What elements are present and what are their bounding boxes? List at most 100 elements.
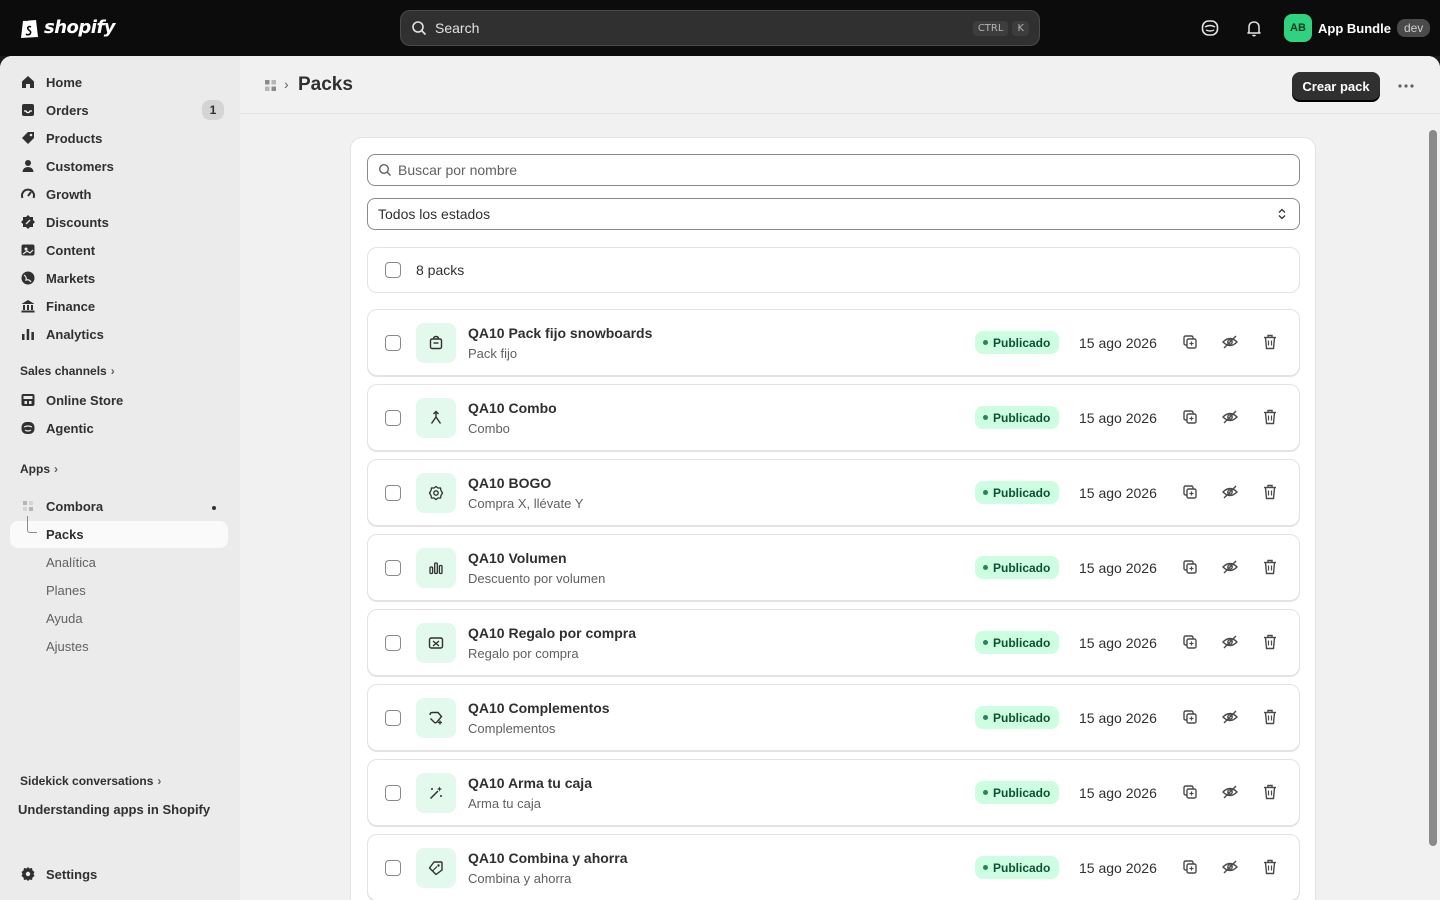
pack-title[interactable]: QA10 Regalo por compra: [468, 625, 636, 641]
sidebar-subitem-ajustes[interactable]: Ajustes: [46, 639, 89, 654]
hide-icon[interactable]: [1221, 708, 1239, 726]
app-breadcrumb-icon[interactable]: [264, 79, 277, 92]
sidebar-item-markets[interactable]: Markets: [10, 264, 228, 292]
trash-icon[interactable]: [1261, 408, 1279, 426]
trash-icon[interactable]: [1261, 558, 1279, 576]
sidebar-item-products[interactable]: Products: [10, 124, 228, 152]
global-search[interactable]: Search CTRL K: [400, 10, 1040, 46]
trash-icon[interactable]: [1261, 633, 1279, 651]
row-checkbox[interactable]: [385, 485, 401, 501]
list-item[interactable]: QA10 Arma tu caja Arma tu caja Publicado…: [367, 759, 1300, 826]
sidekick-icon[interactable]: [1200, 18, 1220, 38]
sidebar-item-discounts[interactable]: Discounts: [10, 208, 228, 236]
packs-card: Buscar por nombre Todos los estados 8 pa…: [350, 137, 1316, 900]
hide-icon[interactable]: [1221, 408, 1239, 426]
pack-title[interactable]: QA10 Arma tu caja: [468, 775, 592, 791]
sidebar-subitem-packs[interactable]: Packs: [10, 521, 228, 548]
hide-icon[interactable]: [1221, 483, 1239, 501]
pack-title[interactable]: QA10 Volumen: [468, 550, 567, 566]
duplicate-icon[interactable]: [1181, 783, 1199, 801]
status-select[interactable]: Todos los estados: [367, 198, 1300, 230]
pack-title[interactable]: QA10 Complementos: [468, 700, 610, 716]
sidebar-subitem-ayuda[interactable]: Ayuda: [46, 611, 83, 626]
sales-channels-section[interactable]: Sales channels ›: [20, 364, 115, 378]
trash-icon[interactable]: [1261, 333, 1279, 351]
hide-icon[interactable]: [1221, 333, 1239, 351]
sidebar-item-home[interactable]: Home: [10, 68, 228, 96]
top-bar: shopify Search CTRL K AB App Bundle dev: [0, 0, 1440, 56]
sidebar-item-label: Finance: [46, 298, 96, 314]
bank-icon: [21, 300, 35, 313]
hide-icon[interactable]: [1221, 633, 1239, 651]
duplicate-icon[interactable]: [1181, 483, 1199, 501]
pack-type: Combo: [468, 421, 510, 436]
hide-icon[interactable]: [1221, 558, 1239, 576]
list-item[interactable]: QA10 Combina y ahorra Combina y ahorra P…: [367, 834, 1300, 900]
sidebar-subitem-planes[interactable]: Planes: [46, 583, 86, 598]
bell-icon[interactable]: [1244, 18, 1264, 38]
sidekick-section[interactable]: Sidekick conversations ›: [20, 774, 161, 788]
sidebar-item-customers[interactable]: Customers: [10, 152, 228, 180]
sidebar-item-settings[interactable]: Settings: [10, 860, 228, 888]
shopify-logo[interactable]: shopify: [20, 15, 116, 39]
list-item[interactable]: QA10 Combo Combo Publicado 15 ago 2026: [367, 384, 1300, 451]
sidebar-item-online-store[interactable]: Online Store: [10, 386, 228, 414]
row-checkbox[interactable]: [385, 710, 401, 726]
list-item[interactable]: QA10 Complementos Complementos Publicado…: [367, 684, 1300, 751]
sidebar-item-combora[interactable]: Combora: [10, 492, 228, 520]
list-item[interactable]: QA10 Pack fijo snowboards Pack fijo Publ…: [367, 309, 1300, 376]
sidekick-conversation-item[interactable]: Understanding apps in Shopify: [18, 802, 210, 817]
sidebar-item-agentic[interactable]: Agentic: [10, 414, 228, 442]
list-item[interactable]: QA10 Regalo por compra Regalo por compra…: [367, 609, 1300, 676]
growth-icon: [21, 188, 35, 199]
duplicate-icon[interactable]: [1181, 333, 1199, 351]
duplicate-icon[interactable]: [1181, 708, 1199, 726]
row-checkbox[interactable]: [385, 410, 401, 426]
sidebar-item-finance[interactable]: Finance: [10, 292, 228, 320]
select-all-checkbox[interactable]: [385, 262, 401, 278]
duplicate-icon[interactable]: [1181, 408, 1199, 426]
content-icon: [21, 244, 35, 256]
orders-icon: [22, 104, 34, 116]
trash-icon[interactable]: [1261, 858, 1279, 876]
pack-date: 15 ago 2026: [1079, 560, 1157, 576]
scrollbar-thumb[interactable]: [1429, 130, 1437, 846]
pack-type: Descuento por volumen: [468, 571, 606, 586]
duplicate-icon[interactable]: [1181, 558, 1199, 576]
pack-title[interactable]: QA10 Combina y ahorra: [468, 850, 628, 866]
sidebar-item-orders[interactable]: Orders 1: [10, 96, 228, 124]
row-checkbox[interactable]: [385, 785, 401, 801]
list-item[interactable]: QA10 BOGO Compra X, llévate Y Publicado …: [367, 459, 1300, 526]
pack-title[interactable]: QA10 BOGO: [468, 475, 551, 491]
sidebar-subitem-analitica[interactable]: Analítica: [46, 555, 96, 570]
list-item[interactable]: QA10 Volumen Descuento por volumen Publi…: [367, 534, 1300, 601]
sidebar-item-label: Content: [46, 242, 96, 258]
home-icon: [22, 76, 34, 88]
row-checkbox[interactable]: [385, 860, 401, 876]
logo-text: shopify: [44, 16, 116, 38]
status-badge: Publicado: [975, 556, 1060, 579]
row-checkbox[interactable]: [385, 335, 401, 351]
trash-icon[interactable]: [1261, 783, 1279, 801]
create-pack-button[interactable]: Crear pack: [1292, 72, 1380, 101]
row-checkbox[interactable]: [385, 635, 401, 651]
sidebar-item-content[interactable]: Content: [10, 236, 228, 264]
row-checkbox[interactable]: [385, 560, 401, 576]
scrollbar[interactable]: [1426, 114, 1440, 900]
search-input[interactable]: Buscar por nombre: [367, 154, 1300, 186]
apps-section[interactable]: Apps ›: [20, 462, 58, 476]
sidebar-item-growth[interactable]: Growth: [10, 180, 228, 208]
hide-icon[interactable]: [1221, 783, 1239, 801]
trash-icon[interactable]: [1261, 708, 1279, 726]
status-select-value: Todos los estados: [378, 206, 491, 222]
hide-icon[interactable]: [1221, 858, 1239, 876]
more-actions-icon[interactable]: [1396, 76, 1416, 96]
sidebar-subitem-label: Packs: [46, 527, 84, 542]
sidebar-item-analytics[interactable]: Analytics: [10, 320, 228, 348]
account-menu[interactable]: AB App Bundle dev: [1284, 14, 1431, 42]
pack-title[interactable]: QA10 Combo: [468, 400, 557, 416]
pack-title[interactable]: QA10 Pack fijo snowboards: [468, 325, 652, 341]
trash-icon[interactable]: [1261, 483, 1279, 501]
duplicate-icon[interactable]: [1181, 633, 1199, 651]
duplicate-icon[interactable]: [1181, 858, 1199, 876]
